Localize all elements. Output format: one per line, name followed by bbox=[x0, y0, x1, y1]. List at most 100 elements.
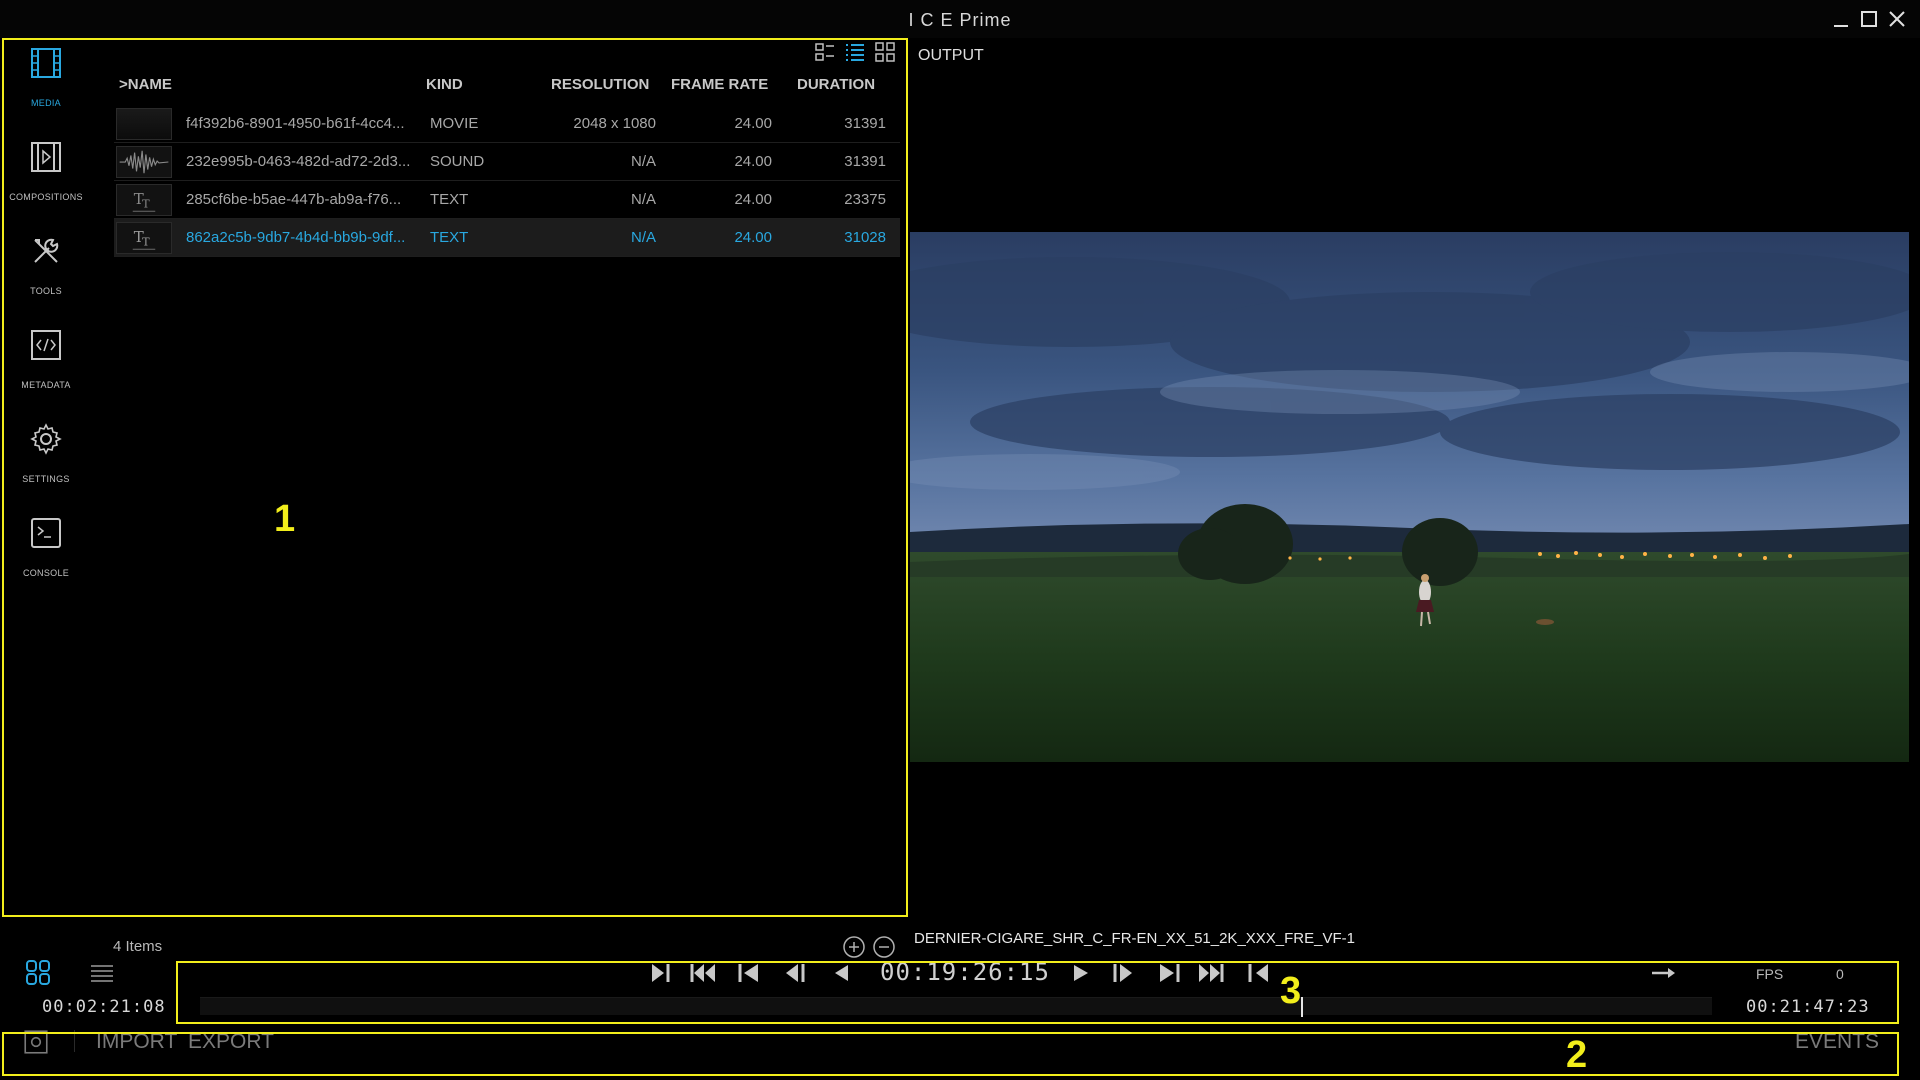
minimize-icon[interactable] bbox=[1830, 8, 1852, 30]
media-duration: 31028 bbox=[844, 229, 886, 246]
annotation-box-2 bbox=[2, 1032, 1899, 1076]
nav-label-metadata: METADATA bbox=[21, 380, 71, 390]
thumbnail-list-view-icon[interactable] bbox=[814, 41, 836, 63]
media-name: f4f392b6-8901-4950-b61f-4cc4... bbox=[186, 115, 405, 132]
nav-label-media: MEDIA bbox=[30, 98, 61, 108]
media-resolution: N/A bbox=[630, 153, 656, 170]
nav-item-settings[interactable]: SETTINGS bbox=[0, 414, 92, 504]
text-thumbnail: TT bbox=[116, 184, 172, 216]
media-resolution: 2048 x 1080 bbox=[573, 115, 656, 132]
video-preview[interactable] bbox=[910, 232, 1909, 762]
next-frame-icon[interactable] bbox=[1108, 958, 1138, 988]
column-header-duration[interactable]: DURATION bbox=[797, 76, 875, 93]
media-duration: 23375 bbox=[844, 191, 886, 208]
fps-value: 0 bbox=[1836, 966, 1844, 982]
media-timecode: 00:02:21:08 bbox=[42, 997, 166, 1017]
timeline-view-icon[interactable] bbox=[88, 958, 116, 986]
settings-panel-icon[interactable] bbox=[22, 1028, 48, 1054]
media-frame-rate: 24.00 bbox=[734, 115, 772, 132]
waveform-thumbnail bbox=[116, 146, 172, 178]
media-kind: MOVIE bbox=[430, 115, 479, 132]
text-thumbnail: TT bbox=[116, 222, 172, 254]
previous-edit-icon[interactable] bbox=[734, 958, 764, 988]
media-name: 862a2c5b-9db7-4b4d-bb9b-9df... bbox=[186, 229, 406, 246]
media-kind: TEXT bbox=[430, 191, 469, 208]
nav-item-media[interactable]: MEDIA bbox=[0, 38, 92, 128]
annotation-number-3: 3 bbox=[1280, 970, 1302, 1012]
media-resolution: N/A bbox=[630, 191, 656, 208]
nav-label-settings: SETTINGS bbox=[22, 474, 70, 484]
title-bar: I C E Prime bbox=[0, 0, 1920, 38]
go-to-start-icon[interactable] bbox=[688, 958, 718, 988]
mark-in-icon[interactable] bbox=[646, 958, 676, 988]
film-icon bbox=[31, 48, 61, 78]
media-panel: >NAME KIND RESOLUTION FRAME RATE DURATIO… bbox=[104, 38, 904, 918]
gear-icon bbox=[30, 423, 62, 455]
terminal-icon bbox=[31, 518, 61, 548]
nav-item-metadata[interactable]: METADATA bbox=[0, 320, 92, 410]
close-icon[interactable] bbox=[1886, 8, 1908, 30]
composition-icon bbox=[31, 142, 61, 172]
media-frame-rate: 24.00 bbox=[734, 191, 772, 208]
media-duration: 31391 bbox=[844, 115, 886, 132]
nav-label-console: CONSOLE bbox=[22, 568, 70, 578]
media-name: 232e995b-0463-482d-ad72-2d3... bbox=[186, 153, 411, 170]
play-reverse-icon[interactable] bbox=[826, 958, 856, 988]
mark-out-icon[interactable] bbox=[1244, 958, 1274, 988]
annotation-number-1: 1 bbox=[274, 498, 296, 540]
code-icon bbox=[31, 330, 61, 360]
media-kind: TEXT bbox=[430, 229, 469, 246]
column-header-resolution[interactable]: RESOLUTION bbox=[551, 76, 649, 93]
playhead[interactable] bbox=[1301, 997, 1303, 1017]
svg-text:T: T bbox=[142, 198, 150, 211]
column-header-kind[interactable]: KIND bbox=[426, 76, 463, 93]
column-header-name[interactable]: >NAME bbox=[119, 76, 172, 93]
tools-icon bbox=[34, 238, 59, 263]
video-frame bbox=[910, 232, 1909, 762]
column-header-frame-rate[interactable]: FRAME RATE bbox=[671, 76, 768, 93]
media-view-icon[interactable] bbox=[24, 958, 52, 986]
export-button[interactable]: EXPORT bbox=[188, 1030, 274, 1054]
import-button[interactable]: IMPORT bbox=[96, 1030, 177, 1054]
media-name: 285cf6be-b5ae-447b-ab9a-f76... bbox=[186, 191, 402, 208]
window-title: I C E Prime bbox=[908, 10, 1012, 30]
media-frame-rate: 24.00 bbox=[734, 153, 772, 170]
media-row[interactable]: f4f392b6-8901-4950-b61f-4cc4... MOVIE 20… bbox=[114, 105, 900, 143]
events-button[interactable]: EVENTS bbox=[1795, 1030, 1879, 1054]
clip-name: DERNIER-CIGARE_SHR_C_FR-EN_XX_51_2K_XXX_… bbox=[914, 930, 1355, 947]
current-timecode[interactable]: 00:19:26:15 bbox=[880, 958, 1050, 986]
grid-view-icon[interactable] bbox=[874, 41, 896, 63]
zoom-in-icon[interactable] bbox=[842, 935, 866, 959]
output-label: OUTPUT bbox=[918, 47, 984, 64]
scrub-bar[interactable] bbox=[200, 997, 1712, 1015]
previous-frame-icon[interactable] bbox=[780, 958, 810, 988]
end-timecode: 00:21:47:23 bbox=[1746, 997, 1870, 1017]
maximize-icon[interactable] bbox=[1858, 8, 1880, 30]
go-to-end-icon[interactable] bbox=[1196, 958, 1226, 988]
svg-text:T: T bbox=[142, 236, 150, 249]
media-kind: SOUND bbox=[430, 153, 485, 170]
media-row[interactable]: 232e995b-0463-482d-ad72-2d3... SOUND N/A… bbox=[114, 143, 900, 181]
fps-label: FPS bbox=[1756, 966, 1784, 982]
next-edit-icon[interactable] bbox=[1154, 958, 1184, 988]
divider bbox=[74, 1030, 75, 1052]
zoom-out-icon[interactable] bbox=[872, 935, 896, 959]
left-nav: MEDIA COMPOSITIONS TOOLS METADATA SETTIN… bbox=[0, 38, 92, 918]
arrow-right-icon[interactable] bbox=[1648, 958, 1678, 988]
movie-thumbnail bbox=[116, 108, 172, 140]
play-icon[interactable] bbox=[1066, 958, 1096, 988]
nav-item-tools[interactable]: TOOLS bbox=[0, 226, 92, 316]
media-resolution: N/A bbox=[630, 229, 656, 246]
nav-item-compositions[interactable]: COMPOSITIONS bbox=[0, 132, 92, 222]
nav-label-compositions: COMPOSITIONS bbox=[9, 192, 83, 202]
nav-item-console[interactable]: CONSOLE bbox=[0, 508, 92, 598]
annotation-number-2: 2 bbox=[1566, 1034, 1588, 1076]
media-frame-rate: 24.00 bbox=[734, 229, 772, 246]
media-row[interactable]: TT 285cf6be-b5ae-447b-ab9a-f76... TEXT N… bbox=[114, 181, 900, 219]
list-view-icon[interactable] bbox=[844, 41, 866, 63]
media-list: f4f392b6-8901-4950-b61f-4cc4... MOVIE 20… bbox=[114, 105, 900, 257]
media-duration: 31391 bbox=[844, 153, 886, 170]
media-row-selected[interactable]: TT 862a2c5b-9db7-4b4d-bb9b-9df... TEXT N… bbox=[114, 219, 900, 257]
item-count: 4 Items bbox=[113, 938, 163, 955]
nav-label-tools: TOOLS bbox=[30, 286, 62, 296]
